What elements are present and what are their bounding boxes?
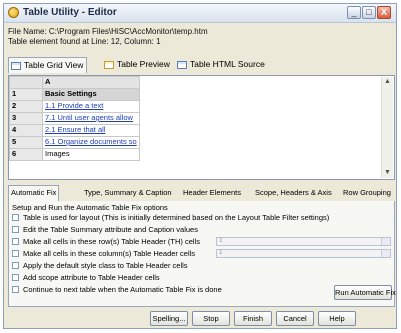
checkbox[interactable] xyxy=(12,214,19,222)
column-header-a[interactable]: A xyxy=(42,76,140,89)
row-number[interactable]: 4 xyxy=(9,124,43,137)
table-row: 1 Basic Settings xyxy=(9,88,140,101)
grid-cell[interactable]: 2.1 Ensure that all xyxy=(42,124,140,137)
option-label: Add scope attribute to Table Header cell… xyxy=(23,273,160,282)
option-add-scope[interactable]: Add scope attribute to Table Header cell… xyxy=(12,273,160,283)
grid-vertical-scrollbar[interactable]: ▲ ▼ xyxy=(381,77,393,178)
tab-label: Table HTML Source xyxy=(190,59,265,69)
grid-icon xyxy=(11,61,21,70)
stop-button[interactable]: Stop xyxy=(192,311,230,326)
grid-header-row: A xyxy=(9,76,140,89)
cancel-button[interactable]: Cancel xyxy=(276,311,314,326)
table-row: 6 Images xyxy=(9,148,140,161)
row-number[interactable]: 1 xyxy=(9,88,43,101)
close-button[interactable]: X xyxy=(377,6,391,19)
option-label: Make all cells in these row(s) Table Hea… xyxy=(23,237,201,246)
source-icon xyxy=(177,60,187,69)
grid-cell[interactable]: Images xyxy=(42,148,140,161)
tab-type-summary-caption[interactable]: Type, Summary & Caption xyxy=(84,186,172,200)
option-layout-table[interactable]: Table is used for layout (This is initia… xyxy=(12,213,329,223)
combo-value: 1 xyxy=(219,237,223,244)
row-number[interactable]: 5 xyxy=(9,136,43,149)
checkbox[interactable] xyxy=(12,286,19,294)
tab-header-elements[interactable]: Header Elements xyxy=(183,186,241,200)
checkbox[interactable] xyxy=(12,262,19,270)
table-utility-window: Table Utility - Editor _ □ X File Name: … xyxy=(3,3,397,329)
option-column-headers[interactable]: Make all cells in these column(s) Table … xyxy=(12,249,195,259)
cell-link[interactable]: 6.1 Organize documents so xyxy=(45,138,137,147)
table-row: 4 2.1 Ensure that all xyxy=(9,124,140,137)
option-label: Table is used for layout (This is initia… xyxy=(23,213,330,222)
preview-icon xyxy=(104,60,114,69)
table-grid[interactable]: A 1 Basic Settings 2 1.1 Provide a text … xyxy=(8,75,395,180)
option-row-headers[interactable]: Make all cells in these row(s) Table Hea… xyxy=(12,237,200,247)
scroll-down-icon[interactable]: ▼ xyxy=(382,168,393,178)
tab-label: Table Preview xyxy=(117,59,170,69)
option-edit-summary-caption[interactable]: Edit the Table Summary attribute and Cap… xyxy=(12,225,198,235)
view-tabs: Table Grid View Table Preview Table HTML… xyxy=(8,57,392,73)
row-header-combo[interactable]: 1 xyxy=(216,237,391,246)
minimize-button[interactable]: _ xyxy=(347,6,361,19)
window-title: Table Utility - Editor xyxy=(23,7,117,18)
grid-table: A 1 Basic Settings 2 1.1 Provide a text … xyxy=(9,76,140,161)
grid-cell[interactable]: 7.1 Until user agents allow xyxy=(42,112,140,125)
checkbox[interactable] xyxy=(12,238,19,246)
grid-cell[interactable]: 1.1 Provide a text xyxy=(42,100,140,113)
option-continue-next-table[interactable]: Continue to next table when the Automati… xyxy=(12,285,222,295)
corner-cell xyxy=(9,76,43,89)
element-location-text: Table element found at Line: 12, Column:… xyxy=(8,37,161,46)
scroll-up-icon[interactable]: ▲ xyxy=(382,77,393,87)
cell-link[interactable]: 2.1 Ensure that all xyxy=(45,126,105,135)
option-default-style-class[interactable]: Apply the default style class to Table H… xyxy=(12,261,188,271)
fix-tabs: Automatic Fix Type, Summary & Caption He… xyxy=(8,185,395,202)
row-number[interactable]: 3 xyxy=(9,112,43,125)
table-row: 2 1.1 Provide a text xyxy=(9,100,140,113)
finish-button[interactable]: Finish xyxy=(234,311,272,326)
tab-table-preview[interactable]: Table Preview xyxy=(102,57,173,72)
option-label: Continue to next table when the Automati… xyxy=(23,285,222,294)
column-header-combo[interactable]: 1 xyxy=(216,249,391,258)
cell-link[interactable]: 1.1 Provide a text xyxy=(45,102,103,111)
tab-table-grid-view[interactable]: Table Grid View xyxy=(8,57,88,73)
checkbox[interactable] xyxy=(12,274,19,282)
tab-scope-headers-axis[interactable]: Scope, Headers & Axis xyxy=(255,186,332,200)
tab-table-html-source[interactable]: Table HTML Source xyxy=(175,57,268,72)
tab-label: Table Grid View xyxy=(24,60,84,70)
table-row: 3 7.1 Until user agents allow xyxy=(9,112,140,125)
checkbox[interactable] xyxy=(12,226,19,234)
help-button[interactable]: Help xyxy=(318,311,356,326)
maximize-button[interactable]: □ xyxy=(362,6,376,19)
row-number[interactable]: 2 xyxy=(9,100,43,113)
title-bar[interactable]: Table Utility - Editor _ □ X xyxy=(4,4,396,23)
option-label: Make all cells in these column(s) Table … xyxy=(23,249,196,258)
table-row: 5 6.1 Organize documents so xyxy=(9,136,140,149)
automatic-fix-panel: Setup and Run the Automatic Table Fix op… xyxy=(8,201,396,307)
tab-row-grouping[interactable]: Row Grouping xyxy=(343,186,391,200)
fix-options-heading: Setup and Run the Automatic Table Fix op… xyxy=(12,203,168,212)
spelling-button[interactable]: Spelling... xyxy=(150,311,188,326)
dropdown-arrow-icon[interactable] xyxy=(381,238,390,245)
grid-cell[interactable]: Basic Settings xyxy=(42,88,140,101)
combo-value: 1 xyxy=(219,249,223,256)
checkbox[interactable] xyxy=(12,250,19,258)
tab-automatic-fix[interactable]: Automatic Fix xyxy=(8,185,60,202)
dropdown-arrow-icon[interactable] xyxy=(381,250,390,257)
app-icon xyxy=(8,7,19,18)
file-name-text: File Name: C:\Program Files\HiSC\AccMoni… xyxy=(8,27,208,36)
run-automatic-fix-button[interactable]: Run Automatic Fix xyxy=(334,285,396,300)
cell-link[interactable]: 7.1 Until user agents allow xyxy=(45,114,133,123)
row-number[interactable]: 6 xyxy=(9,148,43,161)
option-label: Edit the Table Summary attribute and Cap… xyxy=(23,225,198,234)
grid-cell[interactable]: 6.1 Organize documents so xyxy=(42,136,140,149)
option-label: Apply the default style class to Table H… xyxy=(23,261,188,270)
